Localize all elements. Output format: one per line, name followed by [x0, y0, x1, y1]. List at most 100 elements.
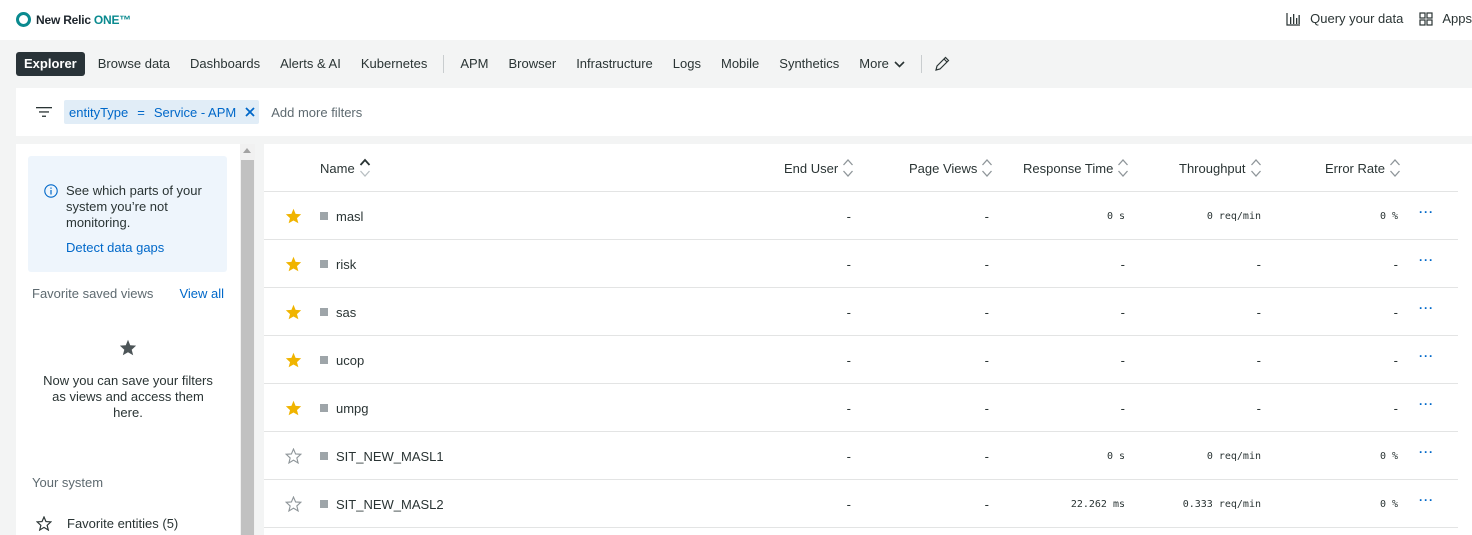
table-row[interactable]: SIT_NEW_MASL1 - - 0 s 0 req/min 0 % ··· — [264, 432, 1458, 480]
entity-status-square — [320, 308, 328, 316]
favorite-star-icon[interactable] — [285, 304, 302, 320]
nav-kubernetes[interactable]: Kubernetes — [351, 52, 438, 76]
favorite-views-header: Favorite saved views View all — [32, 286, 224, 301]
row-menu-button[interactable]: ··· — [1419, 397, 1434, 411]
entity-table: Name End User Page Views Response Time T… — [264, 144, 1472, 535]
end-user-cell: - — [846, 448, 851, 464]
row-menu-button[interactable]: ··· — [1419, 445, 1434, 459]
column-end-user-label: End User — [784, 160, 839, 176]
entity-name: SIT_NEW_MASL2 — [336, 496, 444, 512]
page-views-cell: - — [984, 208, 989, 224]
detect-data-gaps-link[interactable]: Detect data gaps — [66, 240, 164, 255]
nav-more[interactable]: More — [849, 52, 915, 76]
nav-alerts-ai[interactable]: Alerts & AI — [270, 52, 351, 76]
nav-divider — [920, 55, 922, 73]
table-row[interactable]: SIT_NEW_MASL2 - - 22.262 ms 0.333 req/mi… — [264, 480, 1458, 528]
scrollbar-thumb[interactable] — [241, 160, 254, 535]
response-time-cell: - — [1120, 352, 1125, 368]
favorite-star-icon[interactable] — [285, 256, 302, 272]
new-relic-logo[interactable]: New Relic ONE™ — [16, 12, 131, 27]
throughput-cell: 0.333 req/min — [1182, 498, 1261, 510]
sort-icon — [1389, 159, 1400, 177]
end-user-cell: - — [846, 208, 851, 224]
entity-name-cell[interactable]: risk — [320, 240, 356, 288]
nav-more-label: More — [859, 56, 889, 71]
sort-icon — [1250, 159, 1261, 177]
table-row[interactable]: risk - - - - - ··· — [264, 240, 1458, 288]
column-response-time[interactable]: Response Time — [1023, 144, 1129, 192]
entity-name-cell[interactable]: umpg — [320, 384, 369, 432]
entity-name: masl — [336, 208, 364, 224]
column-response-time-label: Response Time — [1023, 160, 1114, 176]
column-end-user[interactable]: End User — [784, 144, 854, 192]
nav-browse-data[interactable]: Browse data — [88, 52, 180, 76]
add-filters-input[interactable]: Add more filters — [271, 105, 362, 120]
favorite-star-icon[interactable] — [285, 400, 302, 416]
remove-filter-button[interactable] — [245, 107, 255, 117]
favorite-star-outline-icon[interactable] — [285, 448, 302, 464]
column-throughput-label: Throughput — [1179, 160, 1246, 176]
apps-grid-icon — [1419, 11, 1433, 26]
end-user-cell: - — [846, 304, 851, 320]
response-time-cell: - — [1120, 304, 1125, 320]
entity-name-cell[interactable]: SIT_NEW_MASL2 — [320, 480, 444, 528]
nav-infrastructure[interactable]: Infrastructure — [566, 52, 663, 76]
row-menu-button[interactable]: ··· — [1419, 205, 1434, 219]
nav-logs[interactable]: Logs — [663, 52, 711, 76]
column-error-rate-label: Error Rate — [1325, 160, 1385, 176]
nav-browser[interactable]: Browser — [499, 52, 567, 76]
scroll-up-arrow[interactable] — [243, 148, 251, 153]
view-all-link[interactable]: View all — [179, 286, 224, 301]
favorite-star-icon[interactable] — [285, 208, 302, 224]
filter-key: entityType — [69, 104, 129, 120]
column-page-views[interactable]: Page Views — [909, 144, 993, 192]
table-row[interactable]: ucop - - - - - ··· — [264, 336, 1458, 384]
nav-synthetics[interactable]: Synthetics — [769, 52, 849, 76]
nav-explorer[interactable]: Explorer — [16, 52, 85, 76]
row-menu-button[interactable]: ··· — [1419, 253, 1434, 267]
row-menu-button[interactable]: ··· — [1419, 301, 1434, 315]
entity-name-cell[interactable]: ucop — [320, 336, 364, 384]
entity-name-cell[interactable]: sas — [320, 288, 356, 336]
response-time-cell: 0 s — [1106, 210, 1125, 222]
query-your-data-button[interactable]: Query your data — [1286, 11, 1403, 26]
end-user-cell: - — [846, 400, 851, 416]
entity-name-cell[interactable]: SIT_NEW_MASL1 — [320, 432, 444, 480]
nav-apm[interactable]: APM — [450, 52, 498, 76]
column-name[interactable]: Name — [320, 144, 371, 192]
column-throughput[interactable]: Throughput — [1179, 144, 1262, 192]
new-relic-logo-icon — [16, 12, 31, 27]
column-error-rate[interactable]: Error Rate — [1325, 144, 1401, 192]
end-user-cell: - — [846, 352, 851, 368]
table-row[interactable]: sas - - - - - ··· — [264, 288, 1458, 336]
entity-name-cell[interactable]: masl — [320, 192, 363, 240]
filter-pill[interactable]: entityType = Service - APM — [64, 100, 260, 124]
entity-status-square — [320, 404, 328, 412]
page-views-cell: - — [984, 352, 989, 368]
response-time-cell: 0 s — [1106, 450, 1125, 462]
error-rate-cell: - — [1393, 304, 1398, 320]
info-icon — [44, 184, 58, 198]
row-menu-button[interactable]: ··· — [1419, 349, 1434, 363]
table-row[interactable]: umpg - - - - - ··· — [264, 384, 1458, 432]
nav-mobile[interactable]: Mobile — [711, 52, 769, 76]
favorite-entities-item[interactable]: Favorite entities (5) — [36, 516, 178, 531]
page-views-cell: - — [984, 304, 989, 320]
entity-status-square — [320, 452, 328, 460]
row-menu-button[interactable]: ··· — [1419, 493, 1434, 507]
edit-nav-button[interactable] — [934, 56, 950, 72]
filter-value: Service - APM — [153, 104, 237, 120]
apps-label: Apps — [1442, 11, 1472, 26]
table-row[interactable]: masl - - 0 s 0 req/min 0 % ··· — [264, 192, 1458, 240]
nav-dashboards[interactable]: Dashboards — [180, 52, 270, 76]
favorite-star-icon[interactable] — [285, 352, 302, 368]
favorite-views-title: Favorite saved views — [32, 286, 154, 301]
entity-status-square — [320, 212, 328, 220]
error-rate-cell: 0 % — [1379, 210, 1398, 222]
favorite-star-outline-icon[interactable] — [285, 496, 302, 512]
filter-icon[interactable] — [36, 106, 52, 118]
your-system-title: Your system — [32, 475, 104, 490]
top-bar: New Relic ONE™ Query your data Apps — [0, 0, 1472, 40]
apps-button[interactable]: Apps — [1419, 11, 1472, 26]
brand-name: New Relic ONE™ — [36, 12, 132, 27]
